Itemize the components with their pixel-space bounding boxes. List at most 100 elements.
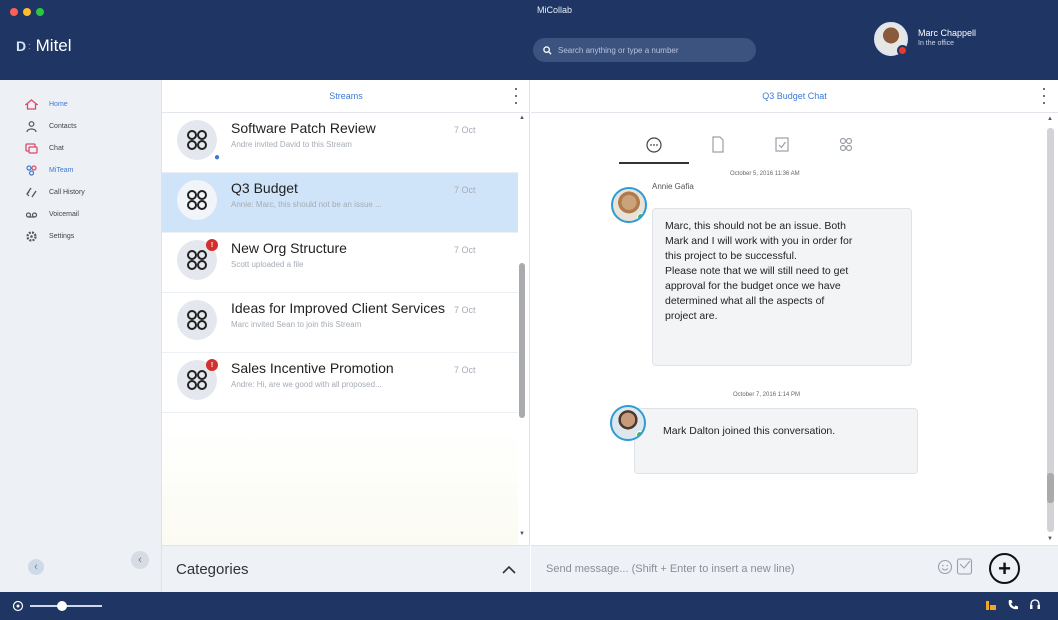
team-icon — [25, 164, 38, 177]
list-item[interactable]: Ideas for Improved Client Services Marc … — [162, 293, 518, 353]
scroll-down-icon[interactable]: ▼ — [1047, 536, 1053, 542]
streams-more-icon[interactable] — [513, 86, 519, 106]
sidebar-item-chat[interactable]: Chat — [0, 137, 161, 159]
sidebar-item-call-history[interactable]: Call History — [0, 181, 161, 203]
list-item[interactable]: ! Sales Incentive Promotion Andre: Hi, a… — [162, 353, 518, 413]
volume-slider-thumb[interactable] — [57, 601, 68, 611]
message-input[interactable] — [546, 557, 921, 581]
presence-icon[interactable] — [985, 598, 997, 616]
message-line: Please note that we will still need to g… — [665, 265, 849, 277]
message-list: October 5, 2016 11:36 AM Annie Gafia Mar… — [531, 168, 1043, 548]
minimize-window-button[interactable] — [23, 8, 31, 16]
voicemail-icon — [25, 208, 38, 221]
message-line: Mark Dalton joined this conversation. — [663, 425, 836, 437]
chat-header: Q3 Budget Chat — [531, 80, 1058, 113]
scroll-up-icon[interactable]: ▲ — [1047, 116, 1053, 122]
team-icon — [839, 137, 853, 152]
window-title: MiCollab — [537, 5, 573, 15]
attach-file-icon[interactable] — [956, 557, 974, 582]
stream-title: Q3 Budget — [231, 180, 298, 196]
title-bar: D: Mitel MiCollab Marc Chappell In the o… — [0, 0, 1058, 80]
stream-title: New Org Structure — [231, 240, 347, 256]
streams-title: Streams — [329, 91, 363, 101]
sidebar-item-settings[interactable]: Settings — [0, 225, 161, 247]
scroll-track[interactable] — [1047, 128, 1054, 532]
message-line: Marc, this should not be an issue. Both — [665, 220, 846, 232]
tab-tasks[interactable] — [747, 128, 817, 164]
chat-more-icon[interactable] — [1041, 86, 1047, 106]
mitel-logo-mark: D — [16, 38, 26, 54]
stream-subtitle: Scott uploaded a file — [231, 260, 304, 269]
sidebar-item-miteam[interactable]: MiTeam — [0, 159, 161, 181]
search-icon — [543, 45, 552, 55]
sidebar-item-home[interactable]: Home — [0, 93, 161, 115]
sidebar-item-label: Chat — [49, 144, 64, 152]
stream-avatar: ! — [177, 239, 218, 280]
chevron-up-icon[interactable] — [502, 561, 516, 577]
maximize-window-button[interactable] — [36, 8, 44, 16]
stream-avatar: ! — [177, 359, 218, 400]
message-line: this project to be successful. — [665, 250, 797, 262]
streams-panel: Streams ● Software Patch Review Andre in… — [162, 80, 530, 592]
emoji-icon[interactable] — [937, 559, 953, 580]
avatar[interactable] — [610, 405, 646, 441]
status-icons — [985, 598, 1041, 616]
unread-badge: ! — [206, 239, 218, 251]
avatar[interactable] — [611, 187, 647, 223]
sidebar-item-label: Voicemail — [49, 210, 79, 218]
presence-status-dot — [897, 45, 908, 56]
search-input[interactable] — [558, 45, 738, 55]
brand-name: Mitel — [35, 36, 72, 55]
message-composer: + — [531, 545, 1058, 592]
scroll-thumb[interactable] — [519, 263, 525, 418]
home-icon — [25, 98, 38, 111]
stream-date: 7 Oct — [454, 245, 476, 255]
online-status-dot — [637, 213, 645, 221]
phone-icon[interactable] — [1007, 598, 1019, 616]
scroll-down-icon[interactable]: ▼ — [519, 531, 525, 537]
status-bar — [0, 592, 1058, 620]
stream-list: ● Software Patch Review Andre invited Da… — [162, 113, 518, 413]
chat-panel: Q3 Budget Chat October 5, 2016 11:36 AM … — [531, 80, 1058, 592]
chevron-left-icon[interactable]: ‹ — [28, 559, 44, 575]
scroll-thumb[interactable] — [1047, 473, 1054, 503]
call-history-icon — [25, 186, 38, 199]
gear-icon — [25, 230, 38, 243]
stream-date: 7 Oct — [454, 125, 476, 135]
person-icon: ● — [213, 152, 220, 163]
tab-files[interactable] — [683, 128, 753, 164]
chat-scrollbar[interactable]: ▲ ▼ — [1043, 116, 1055, 546]
headset-icon[interactable] — [1029, 598, 1041, 616]
close-window-button[interactable] — [10, 8, 18, 16]
sidebar-item-label: Call History — [49, 188, 85, 196]
collapse-sidebar-button[interactable]: ‹ — [131, 551, 149, 569]
sidebar-item-contacts[interactable]: Contacts — [0, 115, 161, 137]
add-button[interactable]: + — [989, 553, 1020, 584]
list-item[interactable]: Q3 Budget Annie: Marc, this should not b… — [162, 173, 518, 233]
stream-title: Sales Incentive Promotion — [231, 360, 394, 376]
stream-icon — [187, 370, 207, 390]
categories-bar[interactable]: Categories — [162, 545, 530, 592]
user-presence-text[interactable]: In the office — [918, 40, 954, 47]
streams-scrollbar[interactable]: ▲ ▼ — [519, 113, 525, 544]
scroll-up-icon[interactable]: ▲ — [519, 115, 525, 121]
search-box[interactable] — [533, 38, 756, 62]
stream-icon — [187, 130, 207, 150]
sidebar-item-voicemail[interactable]: Voicemail — [0, 203, 161, 225]
speaker-icon[interactable] — [12, 599, 24, 617]
stream-subtitle: Andre: Hi, are we good with all proposed… — [231, 380, 382, 389]
file-icon — [712, 136, 724, 153]
stream-date: 7 Oct — [454, 365, 476, 375]
stream-date: 7 Oct — [454, 185, 476, 195]
online-status-dot — [636, 431, 644, 439]
stream-date: 7 Oct — [454, 305, 476, 315]
list-item[interactable]: ! New Org Structure Scott uploaded a fil… — [162, 233, 518, 293]
tab-members[interactable] — [811, 128, 881, 164]
message-line: project are. — [665, 310, 718, 322]
list-item[interactable]: ● Software Patch Review Andre invited Da… — [162, 113, 518, 173]
tab-chat[interactable] — [619, 128, 689, 164]
user-avatar[interactable] — [874, 22, 908, 56]
stream-subtitle: Andre invited David to this Stream — [231, 140, 352, 149]
sidebar-item-label: Settings — [49, 232, 75, 240]
chat-bubble-icon — [646, 137, 662, 153]
